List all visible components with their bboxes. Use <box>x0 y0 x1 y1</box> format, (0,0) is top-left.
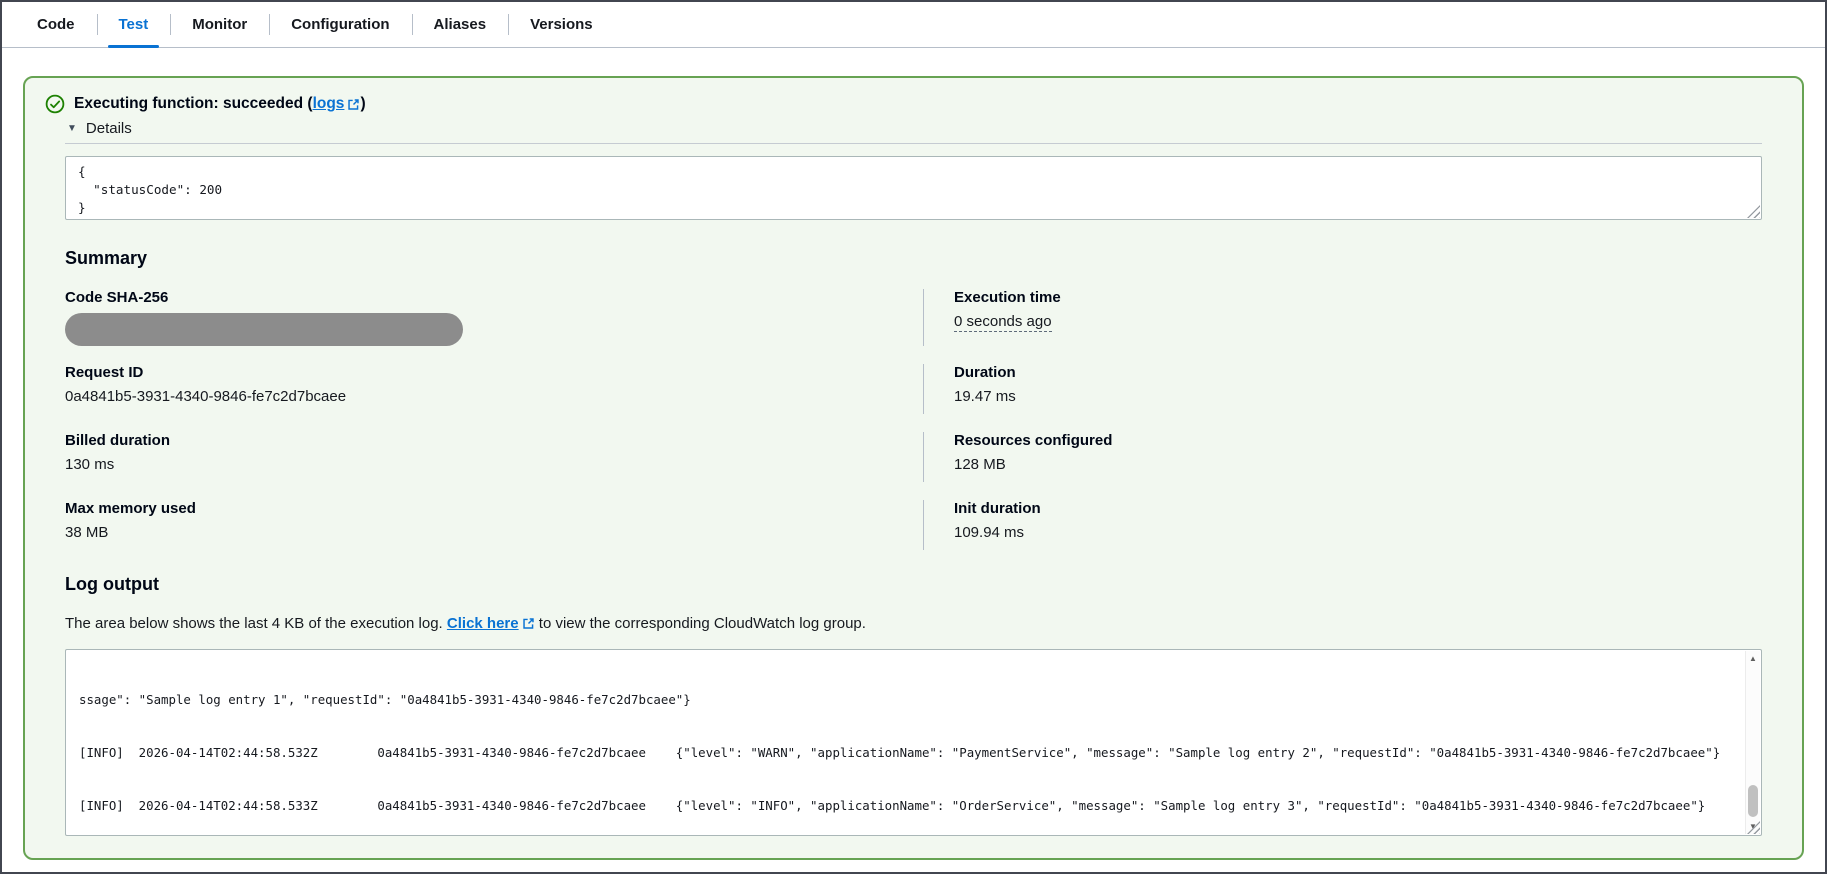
log-line: [INFO] 2026-04-14T02:44:58.533Z 0a4841b5… <box>79 797 1706 813</box>
tab-test[interactable]: Test <box>96 2 171 48</box>
cloudwatch-link-label: Click here <box>446 615 519 632</box>
result-json: { "statusCode": 200 } <box>78 164 223 215</box>
cloudwatch-link[interactable]: Click here <box>447 615 535 632</box>
details-divider <box>65 143 1762 144</box>
tab-code[interactable]: Code <box>15 2 97 47</box>
log-description-prefix: The area below shows the last 4 KB of th… <box>65 615 447 632</box>
banner-title-suffix: ) <box>360 95 366 112</box>
tab-configuration[interactable]: Configuration <box>269 2 411 47</box>
caret-down-icon: ▼ <box>67 122 77 134</box>
field-label: Duration <box>954 364 1016 381</box>
log-output-box: ssage": "Sample log entry 1", "requestId… <box>65 649 1762 836</box>
lambda-test-result-page: Code Test Monitor Configuration Aliases … <box>0 0 1827 874</box>
field-label: Resources configured <box>954 432 1113 449</box>
redacted-value <box>65 313 463 346</box>
banner-title: Executing function: succeeded (logs) <box>74 95 366 113</box>
field-label: Execution time <box>954 289 1061 306</box>
log-output-heading: Log output <box>65 574 159 594</box>
tab-monitor[interactable]: Monitor <box>170 2 269 47</box>
summary-heading: Summary <box>65 248 148 268</box>
tab-versions[interactable]: Versions <box>508 2 615 47</box>
function-tabbar: Code Test Monitor Configuration Aliases … <box>2 2 1825 48</box>
field-value: 130 ms <box>65 456 115 473</box>
field-label: Request ID <box>65 364 144 381</box>
field-request-id: Request ID 0a4841b5-3931-4340-9846-fe7c2… <box>65 364 923 414</box>
execution-success-panel: Executing function: succeeded (logs) ▼ D… <box>23 76 1804 860</box>
scroll-thumb[interactable] <box>1748 785 1758 817</box>
log-lines: ssage": "Sample log entry 1", "requestId… <box>66 650 1761 835</box>
logs-link-label: logs <box>312 95 345 112</box>
field-code-sha-256: Code SHA-256 <box>65 289 923 346</box>
success-banner: Executing function: succeeded (logs) <box>45 94 1762 114</box>
scroll-up-icon[interactable]: ▲ <box>1746 651 1760 666</box>
banner-title-prefix: Executing function: succeeded ( <box>74 95 313 112</box>
field-label: Max memory used <box>65 500 196 517</box>
logs-link[interactable]: logs <box>313 95 361 113</box>
field-max-memory-used: Max memory used 38 MB <box>65 500 923 550</box>
field-value: 128 MB <box>954 456 1006 473</box>
field-resources-configured: Resources configured 128 MB <box>923 432 1762 482</box>
details-label: Details <box>85 120 132 137</box>
field-billed-duration: Billed duration 130 ms <box>65 432 923 482</box>
field-value: 38 MB <box>65 524 109 541</box>
field-duration: Duration 19.47 ms <box>923 364 1762 414</box>
result-box: { "statusCode": 200 } <box>65 156 1762 220</box>
log-line: [INFO] 2026-04-14T02:44:58.532Z 0a4841b5… <box>79 744 1721 760</box>
field-execution-time: Execution time 0 seconds ago <box>923 289 1762 346</box>
relative-time-value[interactable]: 0 seconds ago <box>954 313 1052 332</box>
field-value: 0a4841b5-3931-4340-9846-fe7c2d7bcaee <box>65 388 347 405</box>
tab-aliases[interactable]: Aliases <box>411 2 509 47</box>
success-check-icon <box>45 94 65 114</box>
log-scrollbar[interactable]: ▲ ▼ <box>1745 651 1760 834</box>
field-value: 19.47 ms <box>954 388 1016 405</box>
summary-grid: Code SHA-256 Execution time 0 seconds ag… <box>65 289 1762 550</box>
field-value: 109.94 ms <box>954 524 1025 541</box>
external-link-icon <box>348 98 360 110</box>
field-label: Code SHA-256 <box>65 289 169 306</box>
log-description-suffix: to view the corresponding CloudWatch log… <box>534 615 866 632</box>
log-line: ssage": "Sample log entry 1", "requestId… <box>79 692 691 708</box>
field-init-duration: Init duration 109.94 ms <box>923 500 1762 550</box>
external-link-icon <box>522 618 534 629</box>
details-toggle[interactable]: ▼ Details <box>67 120 132 137</box>
log-description: The area below shows the last 4 KB of th… <box>65 615 1762 632</box>
field-label: Billed duration <box>65 432 170 449</box>
field-label: Init duration <box>954 500 1041 517</box>
